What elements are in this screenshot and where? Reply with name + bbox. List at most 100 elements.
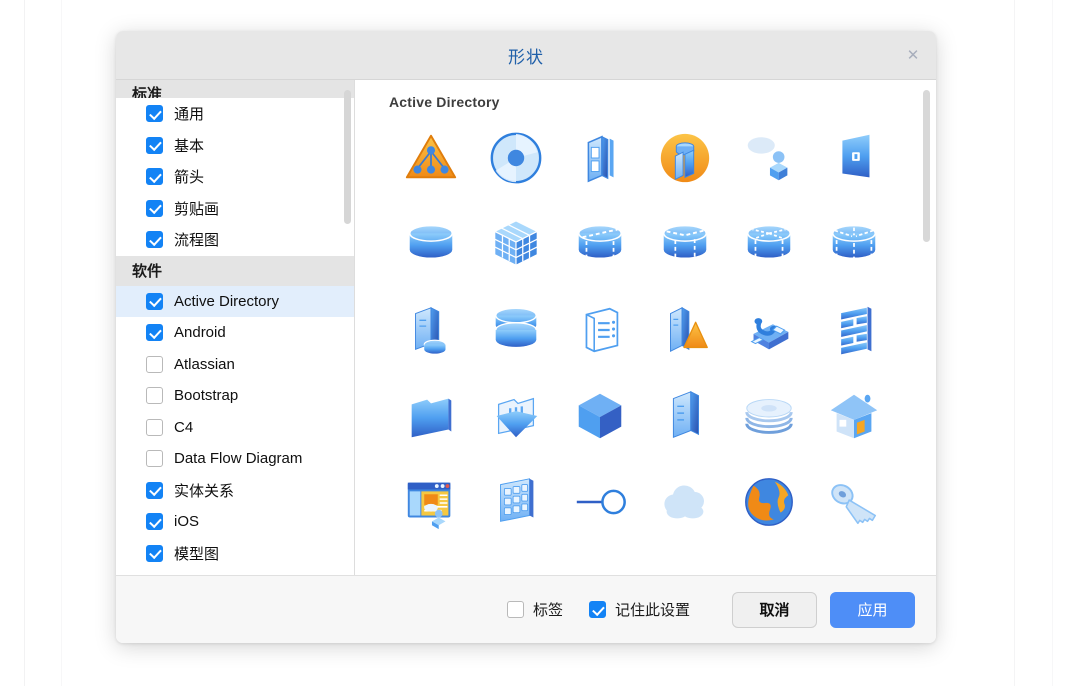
- label-checkbox-label: 标签: [532, 602, 563, 619]
- sidebar-item-流程图[interactable]: 流程图: [116, 224, 354, 256]
- user-comment-icon[interactable]: [730, 120, 808, 196]
- shape-gallery: Active Directory: [355, 80, 936, 575]
- category-checkbox[interactable]: [146, 199, 163, 217]
- folder-icon[interactable]: [392, 378, 470, 454]
- document-list-icon[interactable]: [561, 292, 639, 368]
- sidebar-item-label: C4: [174, 418, 194, 436]
- category-checkbox[interactable]: [146, 355, 163, 373]
- server-icon[interactable]: [646, 378, 724, 454]
- label-checkbox[interactable]: [506, 601, 524, 618]
- sidebar-item-data-flow-diagram[interactable]: Data Flow Diagram: [116, 443, 354, 475]
- category-checkbox[interactable]: [146, 105, 163, 123]
- shape-dialog: 形状 ✕ 标准 通用基本箭头剪贴画流程图软件 Active Directory And…: [116, 31, 936, 643]
- sidebar-item-ios[interactable]: iOS: [116, 506, 354, 538]
- category-list[interactable]: 标准 通用基本箭头剪贴画流程图软件 Active Directory Android A…: [116, 80, 354, 575]
- sidebar-item-label: 通用: [174, 106, 205, 124]
- remember-checkbox-row[interactable]: 记住此设置: [588, 599, 690, 620]
- cylinder-arrow-icon[interactable]: [646, 206, 724, 282]
- category-checkbox[interactable]: [146, 231, 163, 249]
- ad-domain-icon[interactable]: [392, 120, 470, 196]
- cylinder-star-icon[interactable]: [730, 206, 808, 282]
- sidebar-item-实体关系[interactable]: 实体关系: [116, 474, 354, 506]
- apply-button[interactable]: 应用: [830, 591, 915, 628]
- remember-checkbox[interactable]: [588, 601, 606, 618]
- sidebar-item-剪贴画[interactable]: 剪贴画: [116, 192, 354, 224]
- label-checkbox-row[interactable]: 标签: [506, 599, 563, 620]
- folder-open-icon[interactable]: [477, 378, 555, 454]
- server-alert-icon[interactable]: [646, 292, 724, 368]
- category-checkbox[interactable]: [146, 136, 163, 154]
- dialog-body: 标准 通用基本箭头剪贴画流程图软件 Active Directory Android A…: [116, 80, 936, 575]
- server-disk-icon[interactable]: [392, 292, 470, 368]
- window-panel-icon[interactable]: [815, 120, 893, 196]
- sidebar-item-label: Atlassian: [174, 355, 235, 373]
- category-checkbox[interactable]: [146, 387, 163, 405]
- sidebar-item-label: 剪贴画: [174, 200, 220, 218]
- sidebar-item-label: Bootstrap: [174, 387, 239, 405]
- category-group-label: 标准: [132, 86, 163, 98]
- shape-gallery-content: Active Directory: [355, 80, 936, 575]
- keypad-icon[interactable]: [477, 464, 555, 540]
- house-icon[interactable]: [815, 378, 893, 454]
- category-group-header: 标准: [116, 80, 354, 98]
- sidebar-item-label: 基本: [174, 137, 205, 155]
- partial-a-icon[interactable]: [392, 550, 470, 575]
- ad-site-icon[interactable]: [646, 120, 724, 196]
- category-checkbox[interactable]: [146, 324, 163, 342]
- database-icon[interactable]: [477, 292, 555, 368]
- shape-section-title: Active Directory: [389, 94, 500, 110]
- fax-icon[interactable]: [730, 292, 808, 368]
- remember-checkbox-label: 记住此设置: [614, 602, 690, 619]
- shape-grid: [389, 120, 896, 575]
- sidebar-item-bootstrap[interactable]: Bootstrap: [116, 380, 354, 412]
- disk-stack-icon[interactable]: [730, 378, 808, 454]
- globe-icon[interactable]: [730, 464, 808, 540]
- sidebar-item-模型图[interactable]: 模型图: [116, 537, 354, 569]
- sidebar-item-箭头[interactable]: 箭头: [116, 161, 354, 193]
- device-icon[interactable]: [561, 120, 639, 196]
- cylinder-split-icon[interactable]: [561, 206, 639, 282]
- sidebar-item-通用[interactable]: 通用: [116, 98, 354, 130]
- sidebar-item-label: 箭头: [174, 169, 205, 187]
- cube-icon[interactable]: [561, 378, 639, 454]
- browser-user-icon[interactable]: [392, 464, 470, 540]
- category-checkbox[interactable]: [146, 292, 163, 310]
- partial-e-icon[interactable]: [730, 550, 808, 575]
- partial-f-icon[interactable]: [815, 550, 893, 575]
- category-group-header: 软件: [116, 255, 354, 286]
- dialog-footer: 标签 记住此设置 取消 应用: [116, 575, 936, 643]
- cylinder-dashed-icon[interactable]: [815, 206, 893, 282]
- cube-grid-icon[interactable]: [477, 206, 555, 282]
- partial-c-icon[interactable]: [561, 550, 639, 575]
- category-checkbox[interactable]: [146, 481, 163, 499]
- category-sidebar: 标准 通用基本箭头剪贴画流程图软件 Active Directory Android A…: [116, 80, 355, 575]
- key-icon[interactable]: [815, 464, 893, 540]
- firewall-icon[interactable]: [815, 292, 893, 368]
- dialog-titlebar: 形状 ✕: [116, 31, 936, 80]
- cloud-icon[interactable]: [646, 464, 724, 540]
- partial-b-icon[interactable]: [477, 550, 555, 575]
- category-checkbox[interactable]: [146, 544, 163, 562]
- close-icon[interactable]: ✕: [900, 42, 926, 68]
- category-checkbox[interactable]: [146, 418, 163, 436]
- cylinder-icon[interactable]: [392, 206, 470, 282]
- category-checkbox[interactable]: [146, 513, 163, 531]
- sidebar-item-atlassian[interactable]: Atlassian: [116, 348, 354, 380]
- dialog-title: 形状: [508, 47, 544, 67]
- sidebar-item-c4[interactable]: C4: [116, 411, 354, 443]
- sidebar-item-label: 模型图: [174, 545, 220, 563]
- partial-d-icon[interactable]: [646, 550, 724, 575]
- sidebar-item-android[interactable]: Android: [116, 317, 354, 349]
- sidebar-item-基本[interactable]: 基本: [116, 129, 354, 161]
- disc-icon[interactable]: [477, 120, 555, 196]
- category-checkbox[interactable]: [146, 450, 163, 468]
- sidebar-item-active-directory[interactable]: Active Directory: [116, 285, 354, 317]
- category-checkbox[interactable]: [146, 168, 163, 186]
- sidebar-item-label: 实体关系: [174, 482, 235, 500]
- cancel-button[interactable]: 取消: [732, 591, 817, 628]
- sidebar-item-label: Android: [174, 324, 226, 342]
- sidebar-item-label: Data Flow Diagram: [174, 450, 303, 468]
- node-link-icon[interactable]: [561, 464, 639, 540]
- sidebar-item-label: 流程图: [174, 232, 220, 250]
- sidebar-item-label: Active Directory: [174, 292, 280, 310]
